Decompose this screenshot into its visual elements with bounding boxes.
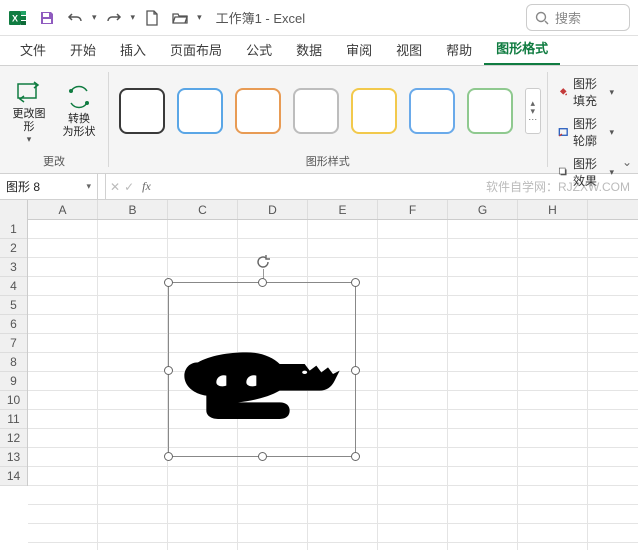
resize-handle[interactable] bbox=[258, 452, 267, 461]
redo-button[interactable] bbox=[101, 5, 127, 31]
qat-customize[interactable]: ▾ bbox=[197, 12, 202, 23]
row-header[interactable]: 5 bbox=[0, 296, 27, 315]
tab-file[interactable]: 文件 bbox=[8, 34, 58, 65]
fill-icon bbox=[558, 84, 569, 100]
tab-shape-format[interactable]: 图形格式 bbox=[484, 32, 560, 65]
shape-effects-button[interactable]: 图形效果▾ bbox=[554, 152, 619, 192]
outline-icon bbox=[558, 124, 569, 140]
shape-style-4[interactable] bbox=[293, 88, 339, 134]
ribbon-group-shape-styles: ▴▾⋯ 图形样式 bbox=[109, 66, 547, 173]
rotation-handle[interactable] bbox=[256, 255, 270, 269]
undo-button[interactable] bbox=[62, 5, 88, 31]
shape-style-6[interactable] bbox=[409, 88, 455, 134]
redo-dropdown[interactable]: ▾ bbox=[131, 12, 136, 23]
resize-handle[interactable] bbox=[351, 278, 360, 287]
col-header[interactable]: E bbox=[308, 200, 378, 219]
effects-icon bbox=[558, 164, 569, 180]
change-shape-button[interactable]: 更改图 形 ▾ bbox=[6, 76, 52, 146]
tab-insert[interactable]: 插入 bbox=[108, 34, 158, 65]
resize-handle[interactable] bbox=[258, 278, 267, 287]
shape-styles-more-button[interactable]: ▴▾⋯ bbox=[525, 88, 541, 134]
excel-app-icon: X bbox=[8, 8, 28, 28]
row-header[interactable]: 13 bbox=[0, 448, 27, 467]
tab-review[interactable]: 审阅 bbox=[334, 34, 384, 65]
row-header[interactable]: 4 bbox=[0, 277, 27, 296]
column-headers: A B C D E F G H bbox=[0, 200, 638, 220]
row-header[interactable]: 10 bbox=[0, 391, 27, 410]
row-header[interactable]: 9 bbox=[0, 372, 27, 391]
chevron-down-icon: ▾ bbox=[86, 181, 91, 192]
tab-page-layout[interactable]: 页面布局 bbox=[158, 34, 234, 65]
shape-fill-button[interactable]: 图形填充▾ bbox=[554, 72, 619, 112]
shape-style-2[interactable] bbox=[177, 88, 223, 134]
shape-style-3[interactable] bbox=[235, 88, 281, 134]
shape-selection-box[interactable] bbox=[168, 282, 356, 457]
undo-dropdown[interactable]: ▾ bbox=[92, 12, 97, 23]
shape-style-1[interactable] bbox=[119, 88, 165, 134]
tab-home[interactable]: 开始 bbox=[58, 34, 108, 65]
col-header[interactable]: D bbox=[238, 200, 308, 219]
tab-help[interactable]: 帮助 bbox=[434, 34, 484, 65]
row-header[interactable]: 2 bbox=[0, 239, 27, 258]
resize-handle[interactable] bbox=[164, 452, 173, 461]
shape-style-7[interactable] bbox=[467, 88, 513, 134]
row-headers: 1 2 3 4 5 6 7 8 9 10 11 12 13 14 bbox=[0, 220, 28, 486]
ribbon-group-change: 更改图 形 ▾ 转换 为形状 更改 bbox=[0, 66, 108, 173]
row-header[interactable]: 8 bbox=[0, 353, 27, 372]
cancel-formula-button[interactable]: ✕ bbox=[110, 180, 120, 194]
name-box[interactable]: 图形 8 ▾ bbox=[0, 174, 98, 199]
spreadsheet-grid[interactable]: A B C D E F G H 1 2 3 4 5 6 7 8 9 10 11 … bbox=[0, 200, 638, 550]
search-placeholder: 搜索 bbox=[555, 8, 581, 27]
row-header[interactable]: 14 bbox=[0, 467, 27, 486]
save-button[interactable] bbox=[34, 5, 60, 31]
change-shape-icon bbox=[15, 78, 43, 106]
search-icon bbox=[535, 11, 549, 25]
col-header[interactable]: C bbox=[168, 200, 238, 219]
group-label-styles: 图形样式 bbox=[306, 150, 350, 171]
tab-formulas[interactable]: 公式 bbox=[234, 34, 284, 65]
shape-style-5[interactable] bbox=[351, 88, 397, 134]
row-header[interactable]: 1 bbox=[0, 220, 27, 239]
row-header[interactable]: 6 bbox=[0, 315, 27, 334]
tab-view[interactable]: 视图 bbox=[384, 34, 434, 65]
quick-access-toolbar: ▾ ▾ ▾ bbox=[34, 5, 204, 31]
crocodile-icon[interactable] bbox=[163, 329, 363, 429]
resize-handle[interactable] bbox=[164, 278, 173, 287]
col-header[interactable]: H bbox=[518, 200, 588, 219]
tab-data[interactable]: 数据 bbox=[284, 34, 334, 65]
convert-to-shape-button[interactable]: 转换 为形状 bbox=[56, 76, 102, 146]
new-file-button[interactable] bbox=[139, 5, 165, 31]
col-header[interactable]: B bbox=[98, 200, 168, 219]
row-header[interactable]: 3 bbox=[0, 258, 27, 277]
row-header[interactable]: 7 bbox=[0, 334, 27, 353]
resize-handle[interactable] bbox=[351, 452, 360, 461]
open-file-button[interactable] bbox=[167, 5, 193, 31]
convert-shape-icon bbox=[65, 83, 93, 111]
formula-input[interactable] bbox=[159, 174, 486, 199]
ribbon: 更改图 形 ▾ 转换 为形状 更改 ▴▾⋯ 图形样式 图形填充▾ bbox=[0, 66, 638, 174]
document-title: 工作簿1 - Excel bbox=[216, 8, 306, 27]
ribbon-tabs: 文件 开始 插入 页面布局 公式 数据 审阅 视图 帮助 图形格式 bbox=[0, 36, 638, 66]
group-label-change: 更改 bbox=[43, 150, 65, 171]
enter-formula-button[interactable]: ✓ bbox=[124, 180, 134, 194]
row-header[interactable]: 11 bbox=[0, 410, 27, 429]
formula-bar: 图形 8 ▾ ✕ ✓ fx 软件自学网：RJZXW.COM bbox=[0, 174, 638, 200]
row-header[interactable]: 12 bbox=[0, 429, 27, 448]
select-all-corner[interactable] bbox=[0, 200, 28, 220]
col-header[interactable]: F bbox=[378, 200, 448, 219]
search-input[interactable]: 搜索 bbox=[526, 4, 630, 31]
col-header[interactable]: A bbox=[28, 200, 98, 219]
ribbon-collapse-button[interactable]: ⌄ bbox=[622, 155, 632, 169]
insert-function-button[interactable]: fx bbox=[138, 179, 155, 194]
svg-text:X: X bbox=[12, 13, 18, 23]
chevron-down-icon: ▾ bbox=[27, 134, 32, 145]
col-header[interactable]: G bbox=[448, 200, 518, 219]
shape-outline-button[interactable]: 图形轮廓▾ bbox=[554, 112, 619, 152]
title-bar: X ▾ ▾ ▾ 工作簿1 - Excel 搜索 bbox=[0, 0, 638, 36]
